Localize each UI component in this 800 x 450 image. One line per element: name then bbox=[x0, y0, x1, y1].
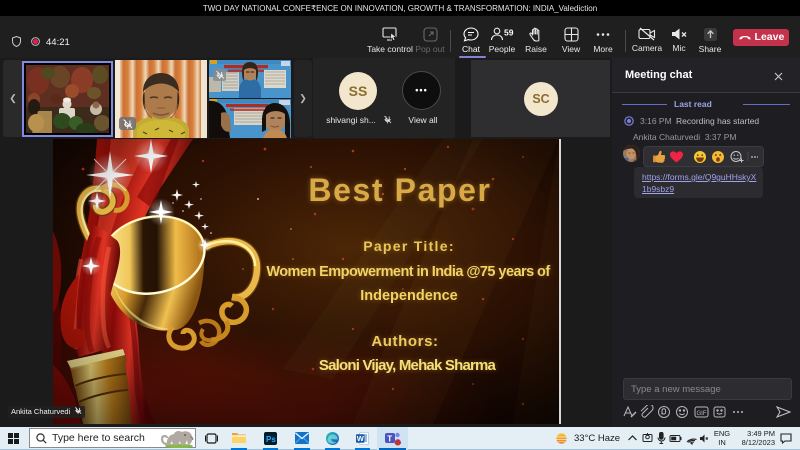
svg-text:W: W bbox=[357, 434, 365, 443]
svg-text:Ps: Ps bbox=[266, 435, 276, 444]
svg-text:GIF: GIF bbox=[697, 411, 707, 417]
svg-text:T: T bbox=[387, 435, 392, 444]
